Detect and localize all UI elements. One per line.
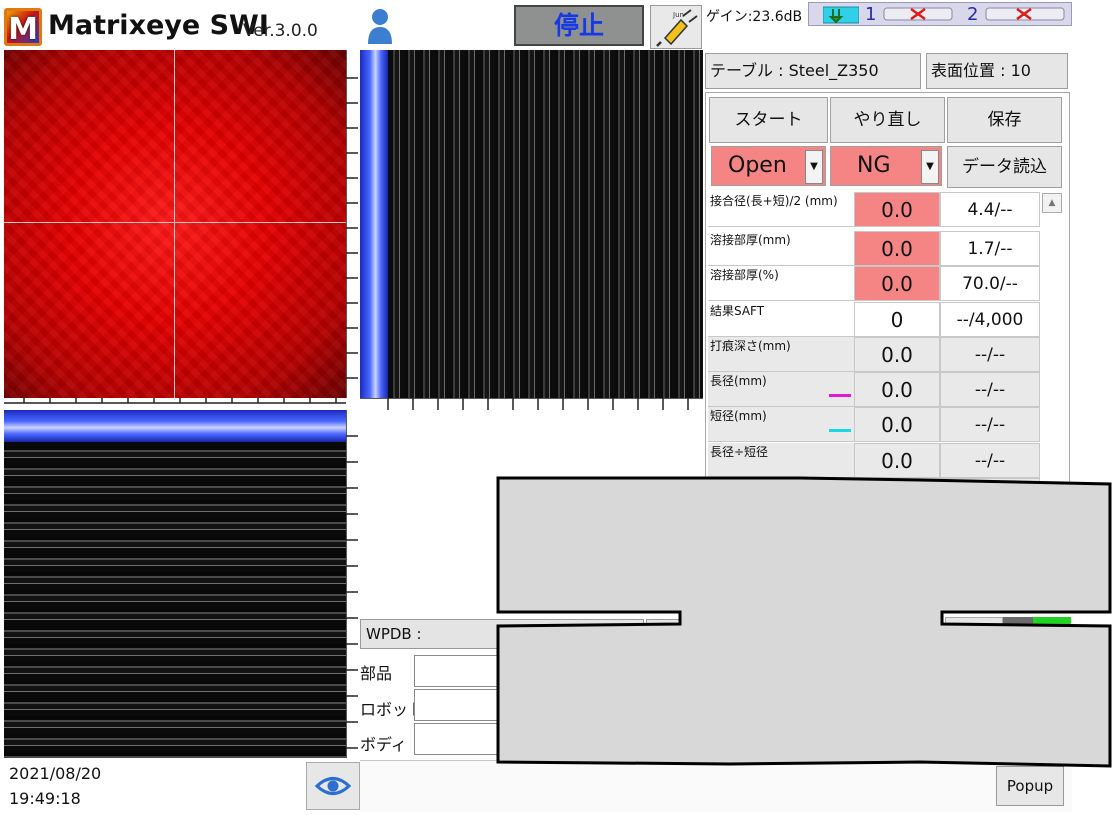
result-row-limit: 1.7/-- [940,231,1040,266]
eye-icon [314,777,352,795]
judge-select-value: NG [857,153,891,178]
time-display: 19:49:18 [9,789,81,808]
start-button[interactable]: スタート [709,97,828,143]
sensor-status-bar: 1 2 [808,2,1072,26]
redaction-overlay [496,476,1112,768]
result-row-value: 0.0 [854,407,940,442]
vertical-ruler-top [346,50,358,398]
result-row-limit: 70.0/-- [940,266,1040,301]
gain-readout: ゲイン:23.6dB [706,9,803,25]
plug-icon: Jun [656,9,698,47]
user-icon[interactable] [366,8,394,44]
result-row-limit: --/4,000 [940,302,1040,337]
part-input[interactable] [414,655,498,687]
surface-echo-band-horizontal [4,410,346,442]
status-select-value: Open [728,153,787,178]
app-title: Matrixeye SWI [48,10,269,41]
result-row-value: 0.0 [854,372,940,407]
date-display: 2021/08/20 [9,764,102,783]
channel-2-disconnected-icon [985,7,1065,21]
result-row-limit: --/-- [940,407,1040,442]
stop-button[interactable]: 停止 [514,5,644,46]
robot-input[interactable] [414,689,498,721]
usb-icon [823,6,859,24]
result-row-limit: 4.4/-- [940,192,1040,227]
popup-button[interactable]: Popup [996,766,1064,806]
channel-1-label: 1 [865,4,877,25]
body-label: ボディ [360,735,407,754]
result-row-limit: --/-- [940,337,1040,372]
channel-2-label: 2 [967,4,979,25]
vertical-ruler-bottom [346,410,358,758]
table-info: テーブル : Steel_Z350 [705,53,921,89]
series-color-marker [829,429,851,432]
view-toggle-button[interactable] [306,762,360,810]
app-version: Ver.3.0.0 [243,21,318,41]
b-scan-horizontal-view[interactable] [4,410,346,758]
load-data-button[interactable]: データ読込 [947,146,1062,188]
body-input[interactable] [414,723,498,755]
result-row-value: 0 [854,302,940,337]
horizontal-ruler-right [360,398,703,410]
svg-text:Jun: Jun [672,11,684,19]
save-button[interactable]: 保存 [947,97,1062,143]
connect-button[interactable]: Jun [650,5,702,49]
crosshair-vertical[interactable] [174,50,175,398]
dropdown-arrow-icon: ▼ [921,150,939,184]
result-row-label: 打痕深さ(mm) [708,337,854,372]
c-scan-view[interactable] [4,50,346,398]
b-scan-vertical-view[interactable] [360,50,703,398]
redo-button[interactable]: やり直し [830,97,945,143]
result-row-label: 接合径(長+短)/2 (mm) [708,192,854,227]
judge-select[interactable]: NG ▼ [830,146,942,186]
surface-echo-band-vertical [360,50,388,398]
scroll-up-icon[interactable]: ▲ [1042,193,1062,213]
result-row-value: 0.0 [854,266,940,301]
result-row-label: 結果SAFT [708,302,854,337]
result-row-value: 0.0 [854,192,940,227]
result-row-label: 短径(mm) [708,407,854,442]
result-row-value: 0.0 [854,337,940,372]
crosshair-horizontal[interactable] [4,222,346,223]
app-logo-icon: M [4,8,42,47]
channel-1-disconnected-icon [883,7,953,21]
series-color-marker [829,394,851,397]
horizontal-ruler-left [4,398,346,404]
result-row-label: 長径(mm) [708,372,854,407]
status-select[interactable]: Open ▼ [711,146,826,186]
surface-position-info: 表面位置 : 10 [926,53,1068,89]
part-label: 部品 [360,664,393,683]
result-row-label: 溶接部厚(%) [708,266,854,301]
result-row-label: 溶接部厚(mm) [708,231,854,266]
result-row-limit: --/-- [940,372,1040,407]
result-row-value: 0.0 [854,231,940,266]
dropdown-arrow-icon: ▼ [805,150,823,184]
